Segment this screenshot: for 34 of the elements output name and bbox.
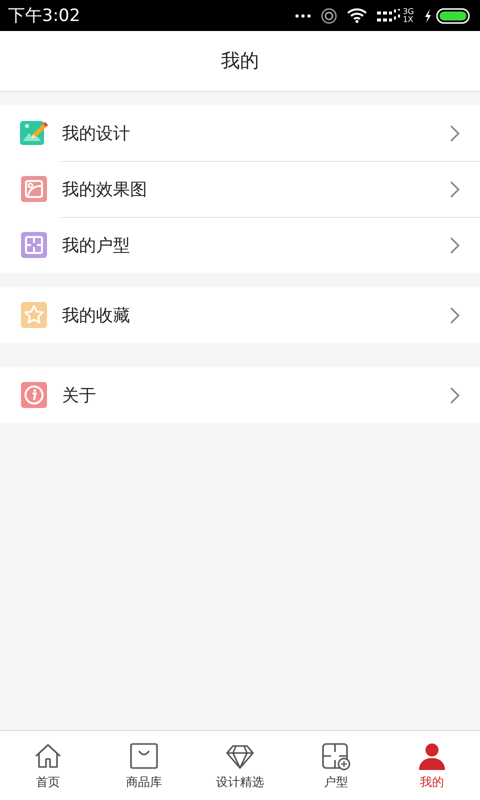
- tab[interactable]: 首页: [0, 731, 96, 800]
- network-label: 1X: [402, 16, 414, 24]
- tab[interactable]: 商品库: [96, 731, 192, 800]
- status-time: 下午3:02: [8, 5, 80, 27]
- signal-icon: [376, 9, 401, 22]
- chevron-right-icon: [450, 306, 460, 324]
- menu-label: 关于: [62, 384, 97, 406]
- menu-label: 我的收藏: [62, 304, 131, 326]
- floor-plan-add-icon: [321, 742, 351, 771]
- charging-bolt-icon: [424, 8, 432, 22]
- menu-label: 我的效果图: [62, 178, 148, 200]
- menu-item[interactable]: 关于: [0, 367, 480, 423]
- page-title: 我的: [221, 49, 259, 74]
- bag-icon: [129, 742, 159, 771]
- wifi-icon: [346, 8, 367, 23]
- battery-icon: [436, 8, 470, 24]
- menu-item[interactable]: 我的效果图: [0, 161, 480, 217]
- network-label: 3G: [402, 8, 414, 16]
- ring-icon: [320, 8, 337, 24]
- menu-item[interactable]: 我的户型: [0, 217, 480, 273]
- chevron-right-icon: [450, 180, 460, 198]
- person-icon: [417, 742, 447, 771]
- home-icon: [33, 742, 63, 771]
- menu-item[interactable]: 我的设计: [0, 105, 480, 161]
- tab[interactable]: 户型: [288, 731, 384, 800]
- chevron-right-icon: [450, 124, 460, 142]
- menu-label: 我的户型: [62, 234, 131, 256]
- tab[interactable]: 设计精选: [192, 731, 288, 800]
- more-dots-icon: [294, 14, 311, 18]
- chevron-right-icon: [450, 236, 460, 254]
- menu-item[interactable]: 我的收藏: [0, 287, 480, 343]
- chevron-right-icon: [450, 386, 460, 404]
- tab[interactable]: 我的: [384, 731, 480, 800]
- menu-label: 我的设计: [62, 122, 131, 144]
